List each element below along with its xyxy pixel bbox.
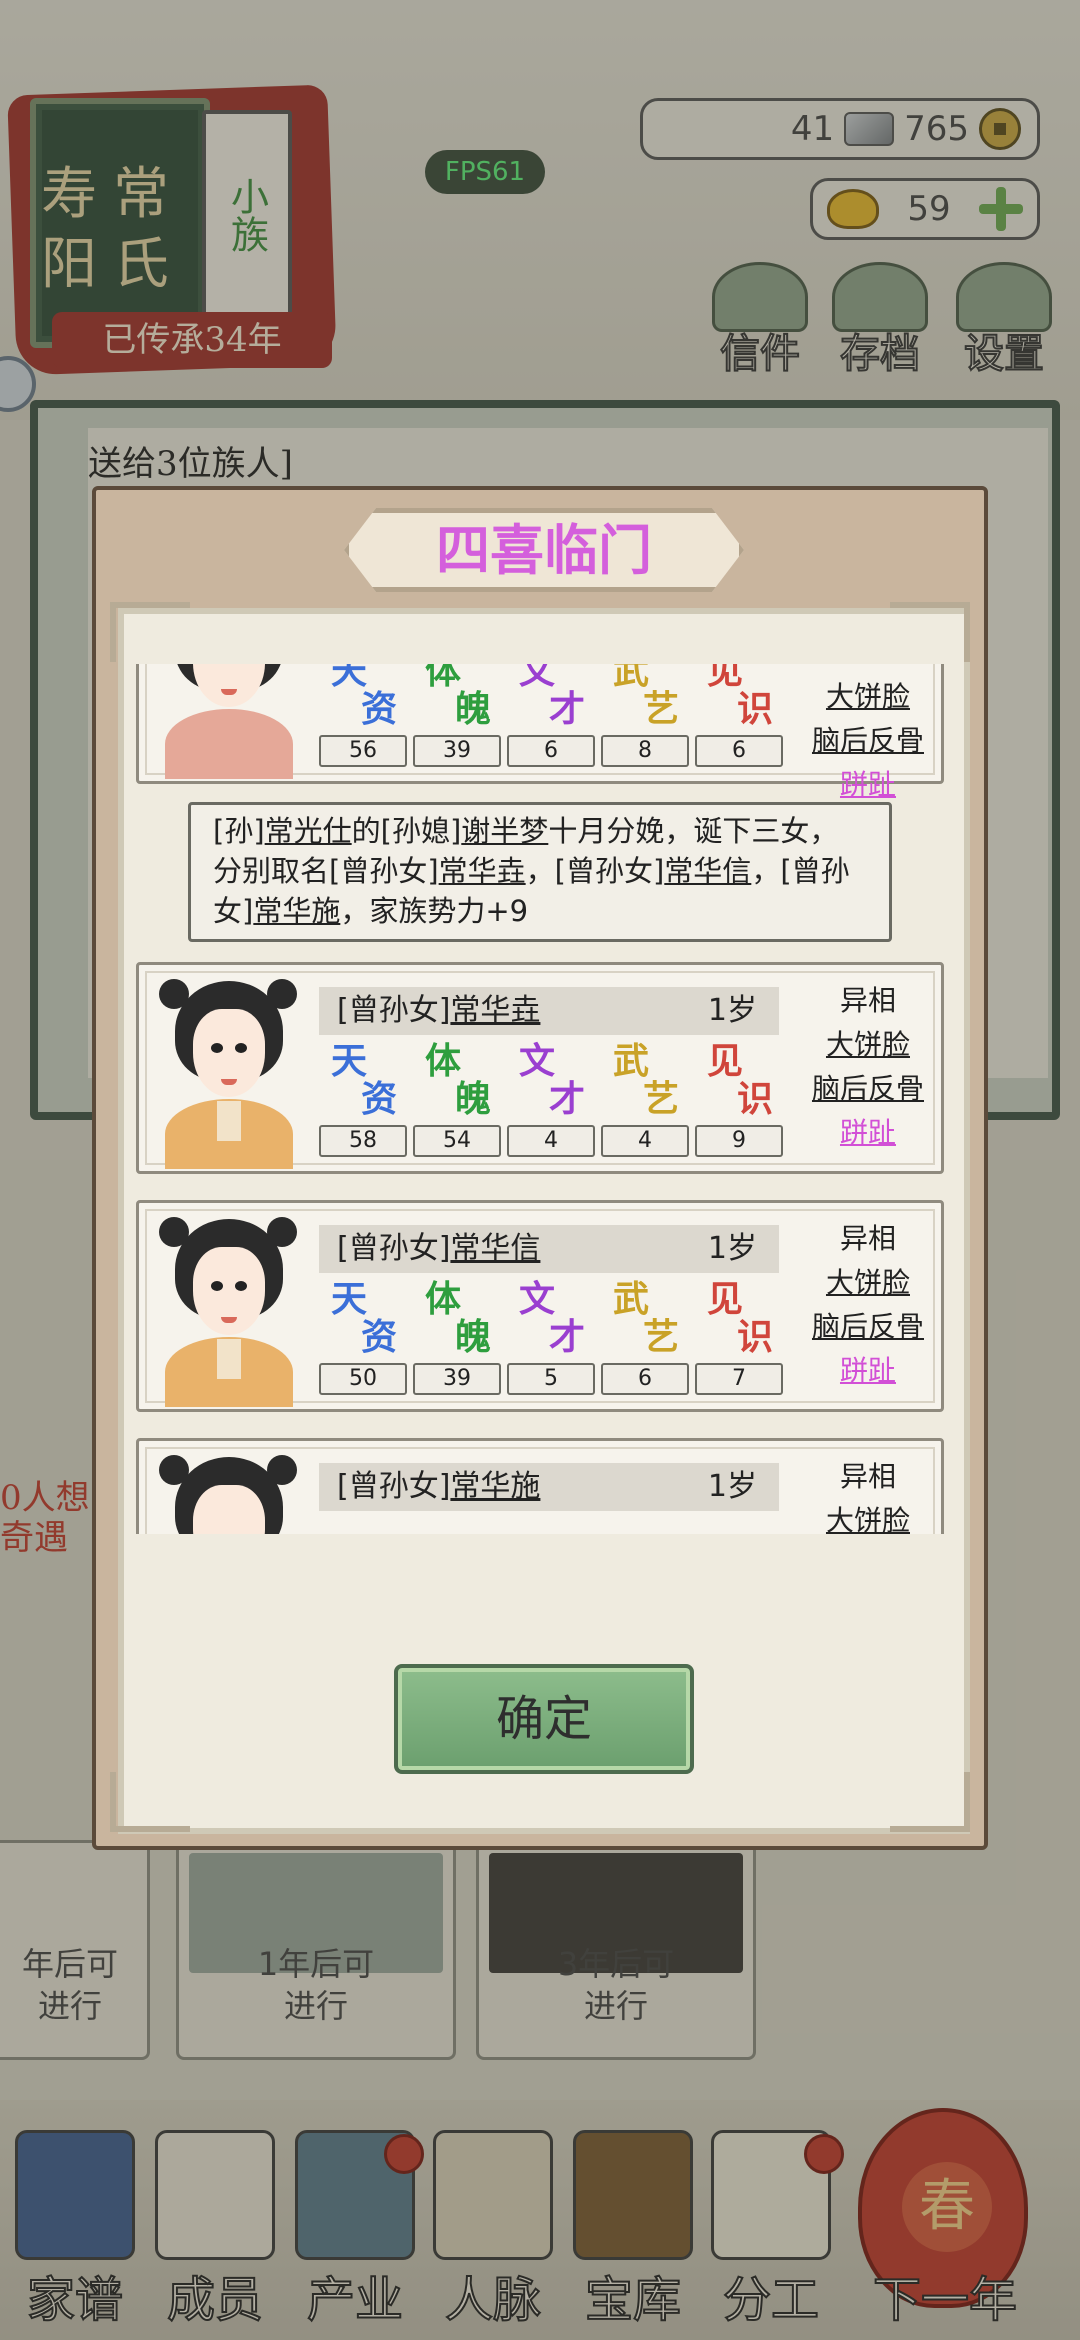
traits: 异相 大饼脸 bbox=[793, 1455, 943, 1534]
portrait bbox=[159, 664, 299, 779]
stat-physique: 体魄 54 bbox=[413, 1041, 501, 1161]
stat-talent: 天资 58 bbox=[319, 1041, 407, 1161]
member-card[interactable]: 天资 56 体魄 39 文才 6 武艺 8 见识 6 大饼脸 脑后反骨 跰趾 bbox=[136, 664, 944, 801]
stat-physique: 体魄 39 bbox=[413, 1279, 501, 1399]
trait[interactable]: 脑后反骨 bbox=[793, 1305, 943, 1349]
stat-talent: 天资 56 bbox=[319, 664, 407, 771]
person-link[interactable]: 常华施 bbox=[253, 894, 340, 928]
trait[interactable]: 大饼脸 bbox=[793, 1261, 943, 1305]
stat-knowledge: 见识 6 bbox=[695, 664, 783, 771]
stat-martial: 武艺 4 bbox=[601, 1041, 689, 1161]
person-link[interactable]: 常光仕 bbox=[265, 814, 352, 848]
stat-literature: 文才 5 bbox=[507, 1279, 595, 1399]
stat-knowledge: 见识 7 bbox=[695, 1279, 783, 1399]
traits: 异相 大饼脸 脑后反骨 跰趾 bbox=[793, 979, 943, 1155]
stat-martial: 武艺 6 bbox=[601, 1279, 689, 1399]
stat-literature: 文才 6 bbox=[507, 664, 595, 771]
person-link[interactable]: 常华信 bbox=[664, 854, 751, 888]
trait-link[interactable]: 跰趾 bbox=[793, 1111, 943, 1155]
trait[interactable]: 脑后反骨 bbox=[793, 719, 943, 763]
birth-event-dialog: 四喜临门 天资 56 体魄 39 文 才 6 武 艺 8 见 识 6 大饼脸 脑… bbox=[92, 486, 988, 1850]
stat-row: 天资 50 体魄 39 文才 5 武艺 6 见识 7 bbox=[319, 1279, 789, 1409]
member-name[interactable]: 常华垚 bbox=[450, 993, 540, 1028]
event-description: [孙]常光仕的[孙媳]谢半梦十月分娩，诞下三女，分别取名[曾孙女]常华垚，[曾孙… bbox=[188, 802, 892, 942]
portrait bbox=[159, 979, 299, 1169]
member-name-bar: [曾孙女]常华垚 1岁 bbox=[319, 987, 779, 1035]
stat-row: 天资 56 体魄 39 文才 6 武艺 8 见识 6 bbox=[319, 664, 789, 781]
trait[interactable]: 大饼脸 bbox=[793, 675, 943, 719]
trait-title: 异相 bbox=[839, 1222, 896, 1255]
stat-knowledge: 见识 9 bbox=[695, 1041, 783, 1161]
stat-row: 天资 58 体魄 54 文才 4 武艺 4 见识 9 bbox=[319, 1041, 789, 1171]
member-name-bar: [曾孙女]常华信 1岁 bbox=[319, 1225, 779, 1273]
person-link[interactable]: 谢半梦 bbox=[461, 814, 548, 848]
traits: 大饼脸 脑后反骨 跰趾 bbox=[793, 675, 943, 807]
member-name[interactable]: 常华信 bbox=[450, 1231, 540, 1266]
trait[interactable]: 大饼脸 bbox=[793, 1499, 943, 1534]
member-card[interactable]: [曾孙女]常华信 1岁 天资 50 体魄 39 文才 5 武艺 6 见 识 7 … bbox=[136, 1200, 944, 1412]
trait-link[interactable]: 跰趾 bbox=[793, 763, 943, 807]
dialog-title: 四喜临门 bbox=[436, 518, 652, 582]
member-age: 1岁 bbox=[707, 1231, 757, 1266]
portrait bbox=[159, 1455, 299, 1534]
person-link[interactable]: 常华垚 bbox=[439, 854, 526, 888]
member-card[interactable]: [曾孙女]常华垚 1岁 天资 58 体魄 54 文才 4 武艺 4 见 识 9 … bbox=[136, 962, 944, 1174]
member-age: 1岁 bbox=[707, 993, 757, 1028]
trait[interactable]: 大饼脸 bbox=[793, 1023, 943, 1067]
trait[interactable]: 脑后反骨 bbox=[793, 1067, 943, 1111]
stat-physique: 体魄 39 bbox=[413, 664, 501, 771]
stat-talent: 天资 50 bbox=[319, 1279, 407, 1399]
confirm-button[interactable]: 确定 bbox=[394, 1664, 694, 1774]
member-card[interactable]: [曾孙女]常华施 1岁 异相 大饼脸 bbox=[136, 1438, 944, 1534]
member-name[interactable]: 常华施 bbox=[450, 1469, 540, 1504]
stat-martial: 武艺 8 bbox=[601, 664, 689, 771]
stat-literature: 文才 4 bbox=[507, 1041, 595, 1161]
trait-title: 异相 bbox=[839, 984, 896, 1017]
portrait bbox=[159, 1217, 299, 1407]
trait-link[interactable]: 跰趾 bbox=[793, 1349, 943, 1393]
trait-title: 异相 bbox=[839, 1460, 896, 1493]
traits: 异相 大饼脸 脑后反骨 跰趾 bbox=[793, 1217, 943, 1393]
member-list[interactable]: 天资 56 体魄 39 文才 6 武艺 8 见识 6 大饼脸 脑后反骨 跰趾 [… bbox=[136, 664, 952, 1534]
member-age: 1岁 bbox=[707, 1469, 757, 1504]
member-name-bar: [曾孙女]常华施 1岁 bbox=[319, 1463, 779, 1511]
